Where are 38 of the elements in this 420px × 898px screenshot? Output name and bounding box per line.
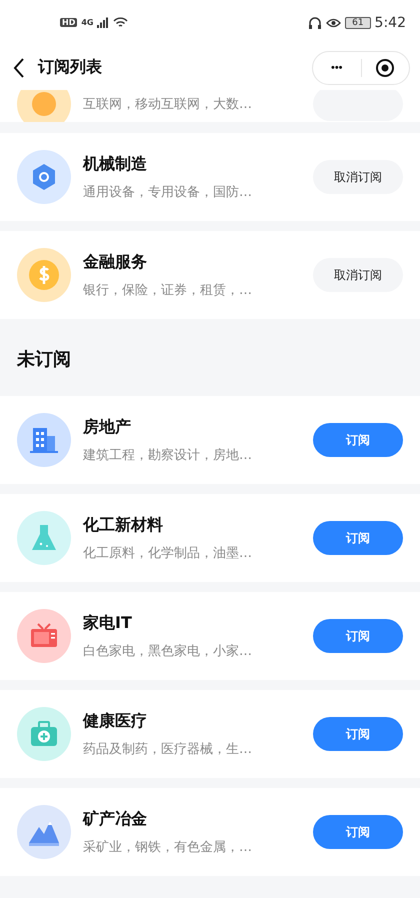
back-button[interactable] (12, 56, 26, 78)
topic-subtitle: 药品及制药，医疗器械，生… (83, 740, 253, 758)
subscribe-button[interactable]: 订阅 (313, 423, 403, 457)
subscribe-button[interactable]: 订阅 (313, 521, 403, 555)
topic-subtitle: 采矿业，钢铁，有色金属，… (83, 838, 253, 856)
clock-time: 5:42 (374, 14, 406, 30)
topic-subtitle: 白色家电，黑色家电，小家… (83, 642, 253, 660)
subscribe-button[interactable]: 订阅 (313, 717, 403, 751)
subscribe-button[interactable]: 订阅 (313, 619, 403, 653)
unsubscribe-button[interactable]: 取消订阅 (313, 258, 403, 292)
topic-subtitle: 银行，保险，证券，租赁，… (83, 282, 253, 298)
battery-level: 61 (345, 16, 371, 28)
page-title: 订阅列表 (38, 57, 103, 78)
section-heading: 未订阅 (17, 348, 71, 370)
unsubscribe-button[interactable]: 取消订阅 (313, 160, 403, 194)
topic-title: 化工新材料 (83, 514, 164, 536)
headphones-icon (308, 16, 322, 30)
hd-indicator: HD (60, 18, 78, 27)
topic-subtitle: 化工原料，化学制品，油墨… (83, 544, 253, 562)
topic-subtitle: 通用设备，专用设备，国防… (83, 184, 253, 200)
network-type: 4G (81, 18, 94, 27)
eye-icon (326, 16, 342, 28)
topic-title: 健康医疗 (83, 710, 148, 732)
signal-icon (97, 17, 110, 28)
more-button[interactable]: ••• (313, 52, 360, 84)
dollar-coin-icon (28, 259, 60, 291)
topic-title: 房地产 (83, 416, 132, 438)
topic-title: 矿产冶金 (83, 808, 148, 830)
topic-subtitle: 建筑工程，勘察设计，房地… (83, 446, 253, 464)
wifi-icon (113, 16, 128, 28)
topic-title: 金融服务 (83, 252, 148, 272)
sun-icon (29, 90, 59, 119)
topic-title: 家电IT (83, 612, 133, 634)
topic-subtitle: 互联网，移动互联网，大数… (83, 96, 253, 113)
topic-title: 机械制造 (83, 154, 148, 174)
medical-kit-icon (28, 720, 60, 748)
target-icon (375, 58, 396, 78)
subscribe-button[interactable]: 订阅 (313, 815, 403, 849)
